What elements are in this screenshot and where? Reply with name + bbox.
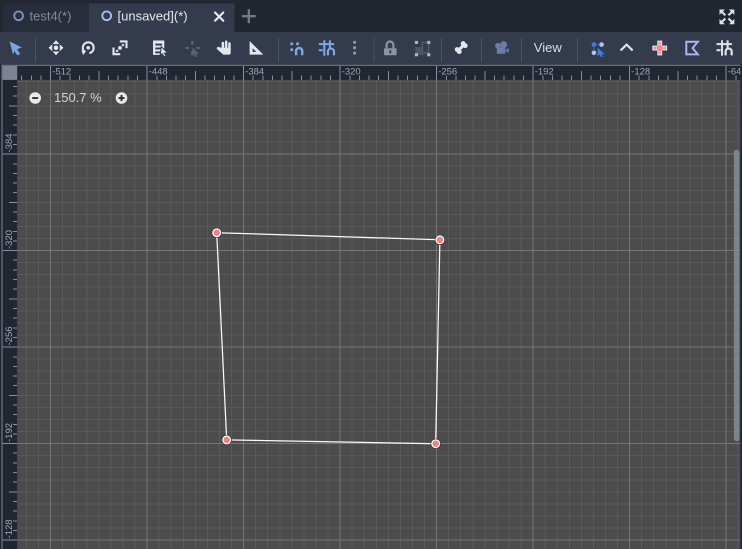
svg-text:-192: -192 bbox=[535, 67, 554, 78]
svg-text:View: View bbox=[534, 40, 563, 55]
svg-text:-512: -512 bbox=[52, 67, 71, 78]
svg-text:-448: -448 bbox=[149, 67, 168, 78]
svg-text:-384: -384 bbox=[245, 67, 264, 78]
svg-text:-64: -64 bbox=[728, 67, 742, 78]
svg-text:[unsaved](*): [unsaved](*) bbox=[118, 9, 188, 24]
svg-text:-320: -320 bbox=[4, 230, 15, 249]
svg-text:test4(*): test4(*) bbox=[30, 9, 72, 24]
svg-text:-256: -256 bbox=[438, 67, 457, 78]
svg-text:-128: -128 bbox=[4, 519, 15, 538]
svg-text:-128: -128 bbox=[631, 67, 650, 78]
svg-text:-192: -192 bbox=[4, 423, 15, 442]
svg-text:-384: -384 bbox=[4, 133, 15, 152]
svg-text:150.7 %: 150.7 % bbox=[54, 90, 102, 105]
svg-text:-256: -256 bbox=[4, 326, 15, 345]
svg-text:-320: -320 bbox=[342, 67, 361, 78]
